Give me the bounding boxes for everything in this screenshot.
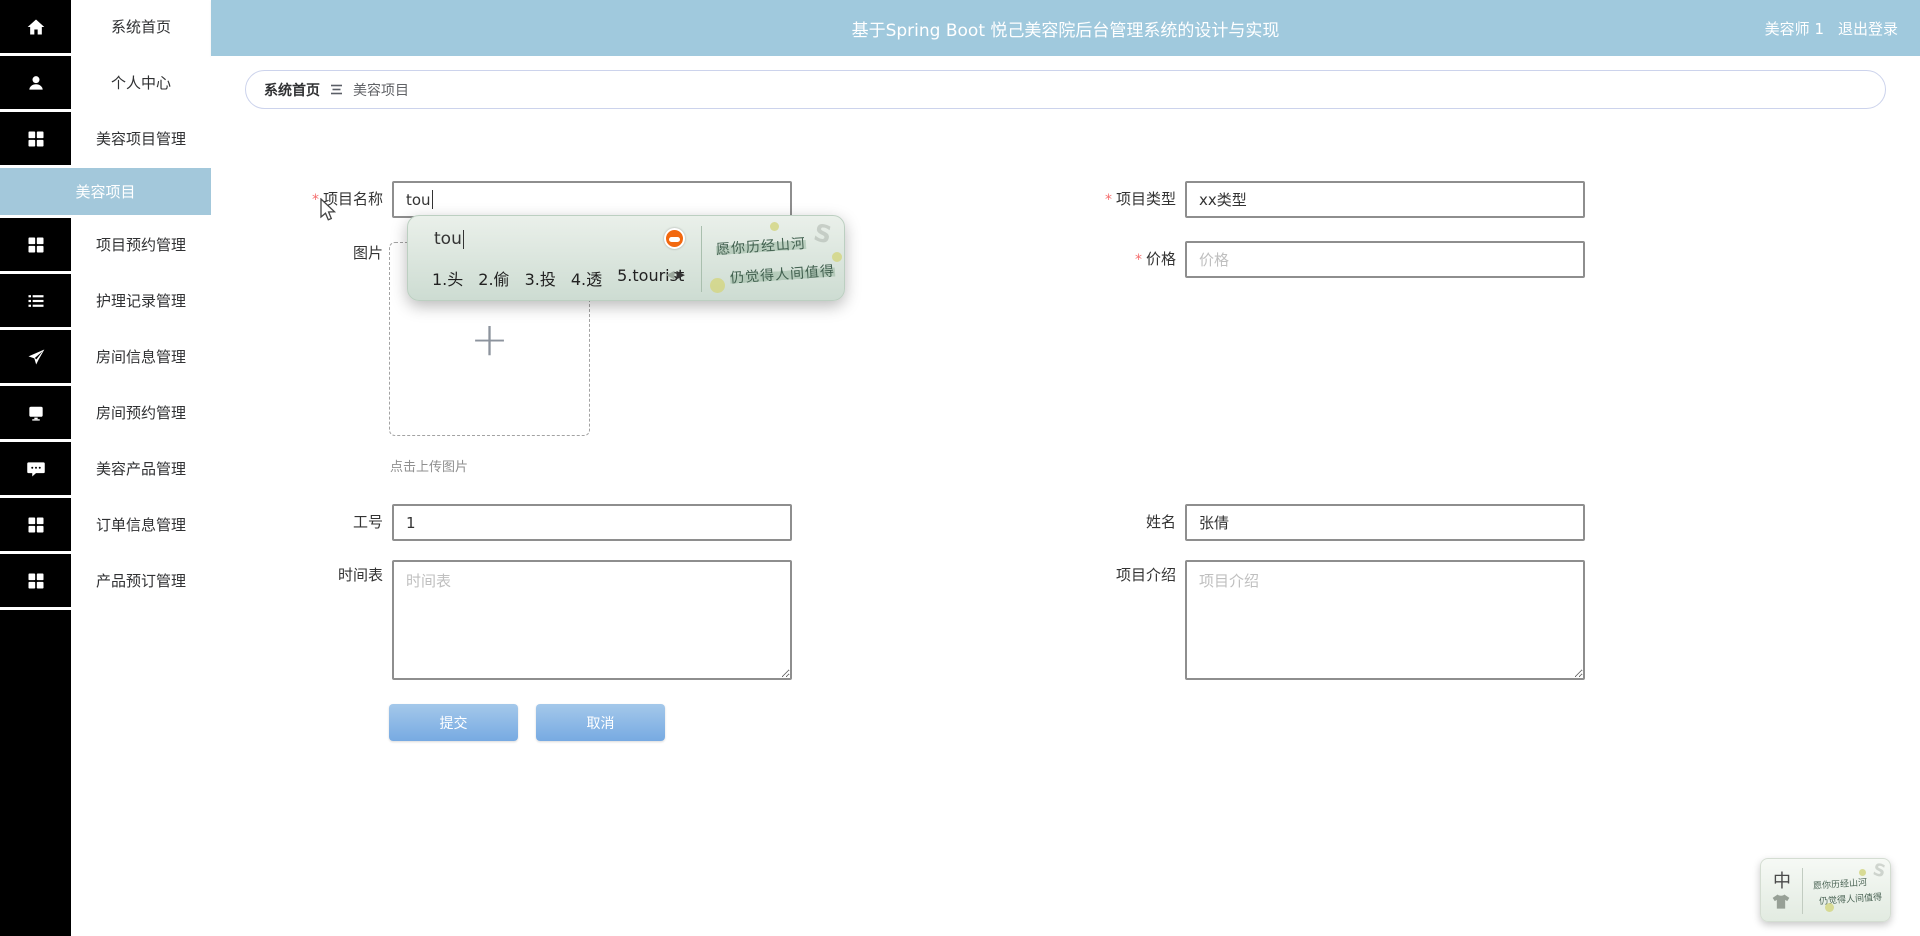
cancel-button[interactable]: 取消 [536,704,665,741]
sidebar-item-beauty-project-mgmt[interactable]: 美容项目管理 [0,112,211,168]
intro-textarea[interactable] [1185,560,1585,680]
status-skin-text-1: 愿你历经山河 [1813,875,1868,892]
name-label: 姓名 [1013,504,1176,541]
grid-icon [0,498,71,551]
job-no-input[interactable] [392,504,792,541]
grid-icon [0,218,71,271]
sidebar-item-beauty-products[interactable]: 美容产品管理 [0,442,211,498]
grid-icon [0,112,71,165]
price-input[interactable] [1185,241,1585,278]
sidebar-item-label: 项目预约管理 [71,218,211,271]
project-type-input[interactable] [1185,181,1585,218]
image-label: 图片 [220,242,383,264]
sidebar-item-label: 个人中心 [71,56,211,109]
upload-hint: 点击上传图片 [390,456,468,475]
main-content: 系统首页 美容项目 *项目名称 tou *项目类型 *价格 图片 + 点击上传图… [211,56,1920,936]
submit-button[interactable]: 提交 [389,704,518,741]
status-divider [1802,868,1803,914]
sidebar-item-order-info[interactable]: 订单信息管理 [0,498,211,554]
app-root: 系统首页 个人中心 美容项目管理 美容项目 项目预约管理 护理记录管理 [0,0,1920,936]
ime-skin-logo: S [811,218,835,249]
sidebar-item-profile[interactable]: 个人中心 [0,56,211,112]
skin-dot [1825,903,1834,912]
sidebar-item-project-booking[interactable]: 项目预约管理 [0,218,211,274]
ime-candidate[interactable]: 2.偷 [478,266,509,290]
sidebar-item-label: 房间预约管理 [71,386,211,439]
schedule-textarea[interactable] [392,560,792,680]
sidebar-item-label: 房间信息管理 [71,330,211,383]
sidebar-item-label: 护理记录管理 [71,274,211,327]
job-no-label: 工号 [220,504,383,541]
ime-mode-indicator[interactable]: 中 [1773,867,1791,893]
breadcrumb-home[interactable]: 系统首页 [264,80,320,100]
breadcrumb: 系统首页 美容项目 [245,70,1886,109]
text-caret [432,190,433,209]
ime-skin-text-1: 愿你历经山河 [715,233,806,259]
sidebar-item-room-booking[interactable]: 房间预约管理 [0,386,211,442]
name-input[interactable] [1185,504,1585,541]
sidebar-item-label: 产品预订管理 [71,554,211,607]
ime-composition: tou [434,229,464,249]
page-title: 基于Spring Boot 悦己美容院后台管理系统的设计与实现 [211,16,1920,41]
intro-label: 项目介绍 [1013,562,1176,588]
ime-divider [701,226,702,292]
status-skin-logo: S [1871,860,1888,882]
skin-dot [770,222,779,231]
breadcrumb-current: 美容项目 [353,80,409,100]
chat-icon [0,442,71,495]
grid-icon [0,554,71,607]
sidebar: 系统首页 个人中心 美容项目管理 美容项目 项目预约管理 护理记录管理 [0,0,211,936]
sidebar-item-home[interactable]: 系统首页 [0,0,211,56]
sidebar-item-label: 系统首页 [71,0,211,53]
ime-candidate[interactable]: 3.投 [525,266,556,290]
skin-dot [710,278,725,293]
sidebar-filler [0,610,71,936]
schedule-label: 时间表 [220,562,383,588]
ime-candidate[interactable]: 1.头 [432,266,463,290]
ime-skin-text-2: 仍觉得人间值得 [729,260,835,287]
ime-candidate[interactable]: 4.透 [571,266,602,290]
sidebar-item-care-records[interactable]: 护理记录管理 [0,274,211,330]
user-icon [0,56,71,109]
sidebar-item-label: 美容产品管理 [71,442,211,495]
list-icon [0,274,71,327]
skin-dot [832,252,842,262]
home-icon [0,0,71,53]
current-user: 美容师 1 [1765,18,1824,39]
logout-link[interactable]: 退出登录 [1838,18,1898,39]
ime-next-page-icon[interactable]: ▶ [676,268,684,281]
price-label: *价格 [1013,241,1176,279]
skin-dot [1859,869,1866,876]
sidebar-item-label: 美容项目管理 [71,112,211,165]
top-header: 基于Spring Boot 悦己美容院后台管理系统的设计与实现 美容师 1 退出… [211,0,1920,56]
breadcrumb-separator-icon [330,84,343,95]
sidebar-item-beauty-project-active[interactable]: 美容项目 [0,168,211,215]
ime-skin-shirt-icon[interactable] [1771,893,1791,911]
send-icon [0,330,71,383]
plus-icon: + [470,316,509,362]
monitor-icon [0,386,71,439]
project-type-label: *项目类型 [1013,181,1176,219]
sidebar-item-label: 订单信息管理 [71,498,211,551]
ime-status-bar[interactable]: 中 愿你历经山河 仍觉得人间值得 S [1760,858,1891,922]
ime-prev-page-icon[interactable]: ◀ [666,268,674,281]
project-name-label: *项目名称 [220,181,383,219]
sidebar-item-product-booking[interactable]: 产品预订管理 [0,554,211,610]
ime-logo-icon[interactable] [664,228,685,249]
sidebar-item-room-info[interactable]: 房间信息管理 [0,330,211,386]
ime-candidate-window[interactable]: tou 1.头 2.偷 3.投 4.透 5.tourist ◀▶ 愿你历经山河 … [407,215,845,301]
project-name-input[interactable]: tou [392,181,792,218]
ime-caret [463,230,464,249]
